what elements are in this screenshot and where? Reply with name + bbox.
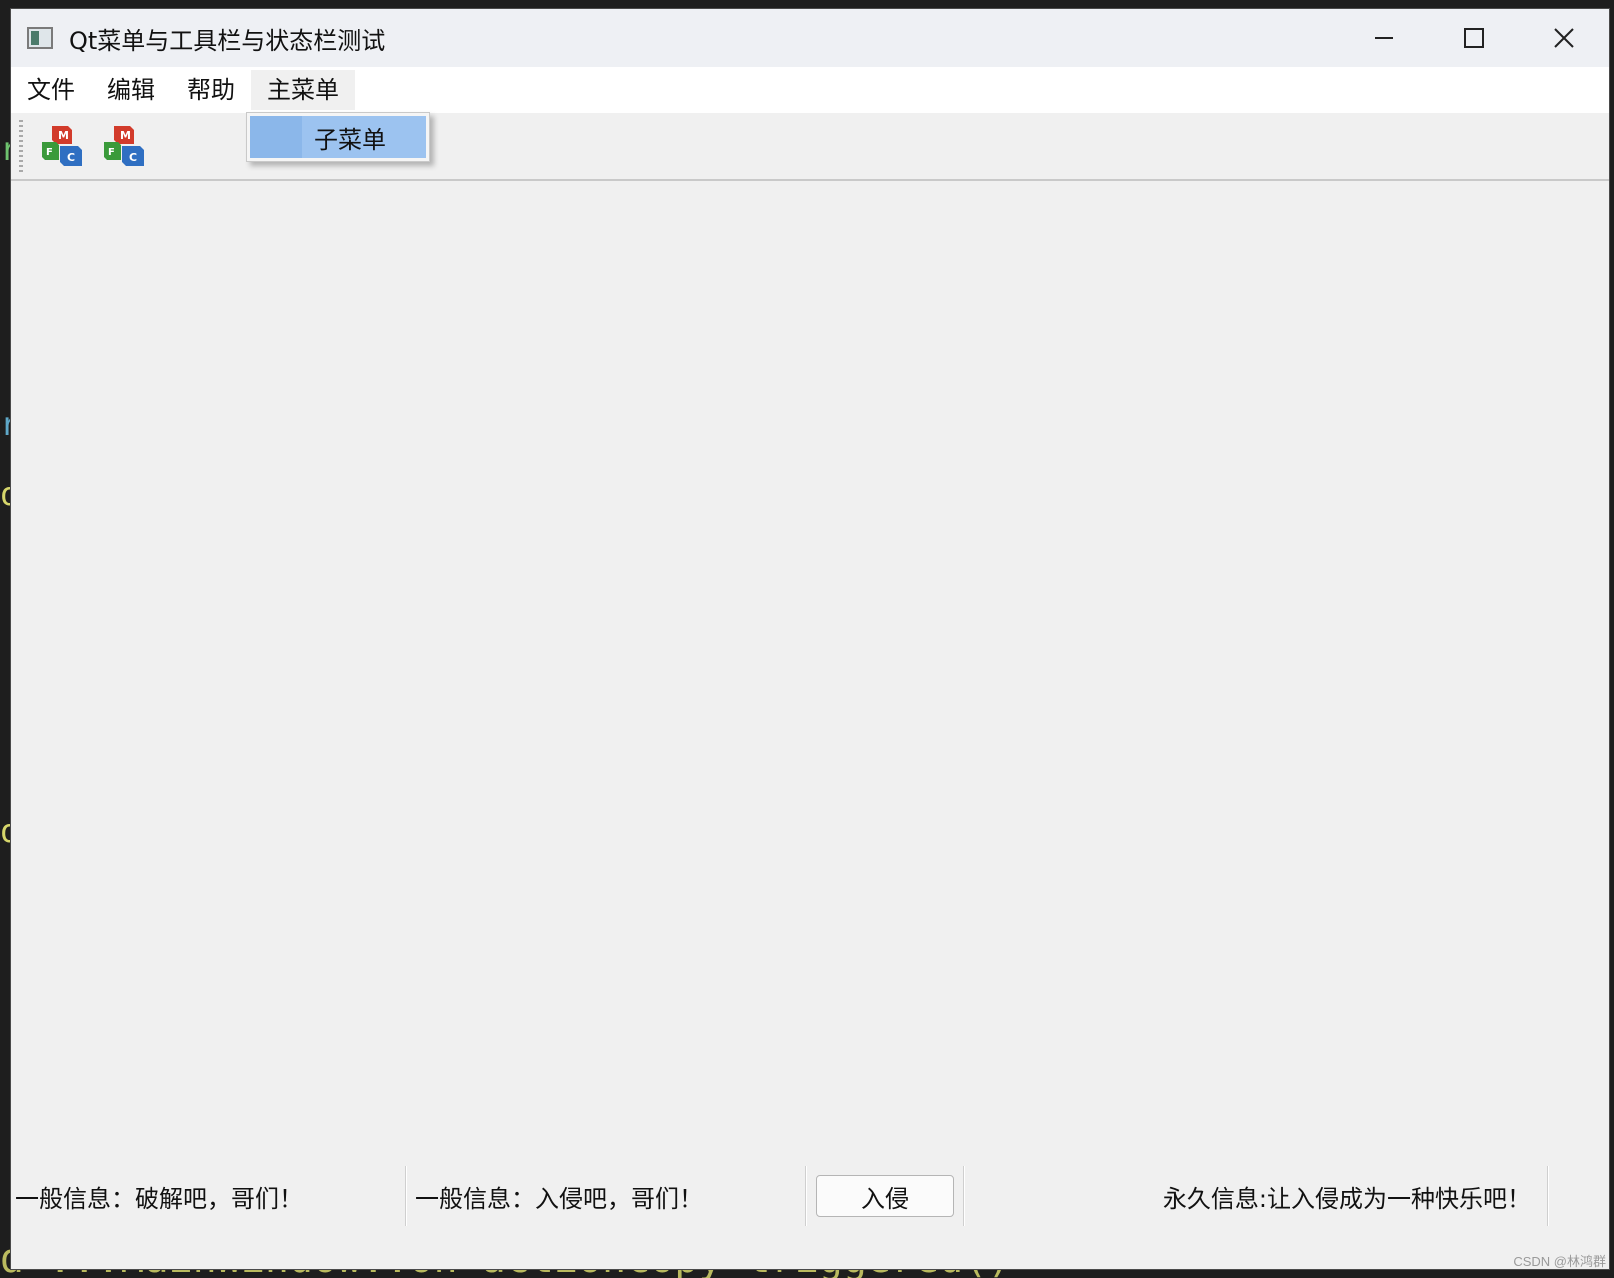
minimize-button[interactable] [1339, 9, 1429, 67]
invade-button[interactable]: 入侵 [816, 1175, 954, 1217]
svg-text:C: C [67, 151, 75, 164]
mfc-icon: M F C [42, 126, 82, 166]
central-widget [11, 181, 1609, 1161]
main-menu-dropdown: 子菜单 [246, 112, 430, 162]
menu-file[interactable]: 文件 [11, 70, 91, 110]
bg-code-fragment: o [0, 812, 10, 850]
svg-text:M: M [120, 129, 131, 142]
toolbar-button-1[interactable]: M F C [35, 119, 89, 173]
status-message-2: 一般信息：入侵吧，哥们！ [415, 1184, 703, 1213]
menu-icon-column [250, 116, 302, 158]
window-title: Qt菜单与工具栏与状态栏测试 [69, 26, 386, 55]
toolbar-grip-handle[interactable] [19, 120, 23, 172]
submenu-item[interactable]: 子菜单 [250, 116, 426, 158]
menu-bar: 文件 编辑 帮助 主菜单 [11, 67, 1609, 114]
toolbar-button-2[interactable]: M F C [97, 119, 151, 173]
svg-text:M: M [58, 129, 69, 142]
mfc-icon: M F C [104, 126, 144, 166]
menu-help[interactable]: 帮助 [171, 70, 251, 110]
status-permanent-message: 永久信息:让入侵成为一种快乐吧！ [1162, 1184, 1531, 1213]
close-icon [1554, 28, 1574, 48]
minimize-icon [1375, 37, 1393, 39]
title-bar[interactable]: Qt菜单与工具栏与状态栏测试 [11, 9, 1609, 67]
close-button[interactable] [1519, 9, 1609, 67]
status-message-1: 一般信息：破解吧，哥们！ [15, 1184, 303, 1213]
maximize-icon [1464, 28, 1484, 48]
menu-main[interactable]: 主菜单 [251, 70, 355, 110]
svg-text:F: F [46, 147, 53, 158]
status-button-container: 入侵 [807, 1175, 963, 1217]
window-controls [1339, 9, 1609, 67]
bg-code-fragment: o [0, 475, 10, 513]
bg-code-fragment: r [0, 405, 10, 443]
main-window: Qt菜单与工具栏与状态栏测试 文件 编辑 帮助 主菜单 M F C M F C … [10, 8, 1610, 1270]
app-window-icon [27, 27, 53, 49]
svg-text:C: C [129, 151, 137, 164]
bg-code-fragment: r [0, 130, 10, 168]
svg-text:F: F [108, 147, 115, 158]
watermark: CSDN @林鸿群 [1513, 1254, 1606, 1269]
maximize-button[interactable] [1429, 9, 1519, 67]
status-bar: 一般信息：破解吧，哥们！ 一般信息：入侵吧，哥们！ 入侵 永久信息:让入侵成为一… [11, 1161, 1609, 1231]
menu-edit[interactable]: 编辑 [91, 70, 171, 110]
status-separator [1547, 1166, 1549, 1226]
submenu-item-label: 子菜单 [314, 125, 386, 154]
